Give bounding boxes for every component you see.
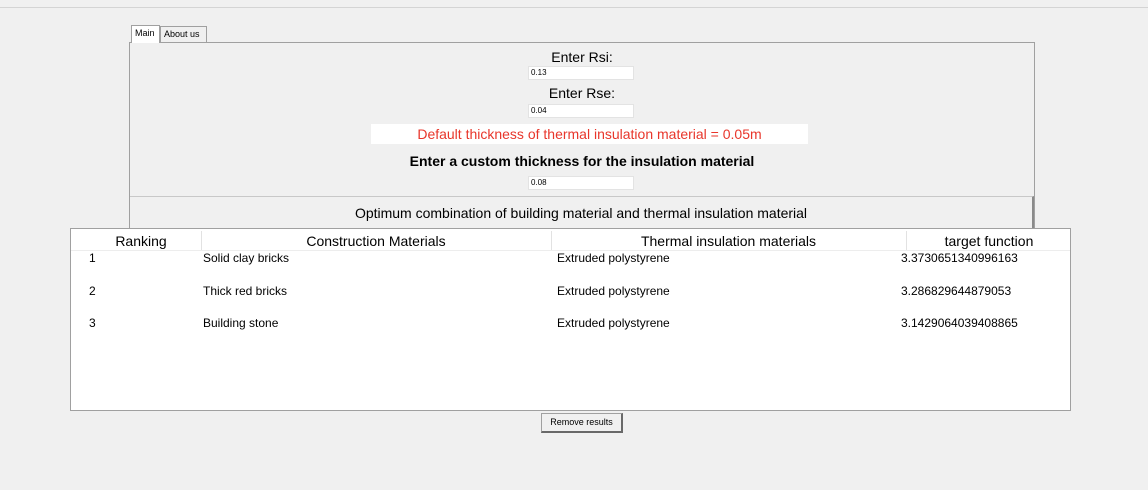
column-header-insulation[interactable]: Thermal insulation materials <box>551 233 906 249</box>
cell-target: 3.286829644879053 <box>901 284 1012 298</box>
rse-label: Enter Rse: <box>548 85 616 101</box>
cell-construction: Solid clay bricks <box>203 251 290 265</box>
cell-ranking: 1 <box>89 251 96 265</box>
column-header-target[interactable]: target function <box>906 233 1072 249</box>
cell-construction: Building stone <box>203 316 279 330</box>
cell-insulation: Extruded polystyrene <box>557 316 670 330</box>
tab-about-us[interactable]: About us <box>160 26 207 42</box>
default-thickness-notice: Default thickness of thermal insulation … <box>371 124 808 144</box>
cell-ranking: 3 <box>89 316 96 330</box>
cell-ranking: 2 <box>89 284 96 298</box>
rse-input[interactable]: 0.04 <box>528 104 634 118</box>
results-table[interactable]: Ranking Construction Materials Thermal i… <box>70 228 1071 411</box>
cell-insulation: Extruded polystyrene <box>557 251 670 265</box>
column-header-construction[interactable]: Construction Materials <box>201 233 551 249</box>
custom-thickness-input[interactable]: 0.08 <box>528 176 634 190</box>
remove-results-button[interactable]: Remove results <box>541 413 623 433</box>
rsi-input[interactable]: 0.13 <box>528 66 634 80</box>
custom-thickness-label: Enter a custom thickness for the insulat… <box>409 153 755 169</box>
cell-target: 3.3730651340996163 <box>901 251 1018 265</box>
cell-target: 3.1429064039408865 <box>901 316 1018 330</box>
tab-main[interactable]: Main <box>131 25 160 43</box>
main-panel: Enter Rsi: 0.13 Enter Rse: 0.04 Default … <box>129 42 1035 230</box>
column-header-ranking[interactable]: Ranking <box>91 233 191 249</box>
window-top-divider <box>0 7 1148 8</box>
optimum-heading: Optimum combination of building material… <box>130 196 1034 229</box>
table-header: Ranking Construction Materials Thermal i… <box>71 229 1070 251</box>
rsi-label: Enter Rsi: <box>551 49 613 65</box>
cell-construction: Thick red bricks <box>203 284 288 298</box>
cell-insulation: Extruded polystyrene <box>557 284 670 298</box>
